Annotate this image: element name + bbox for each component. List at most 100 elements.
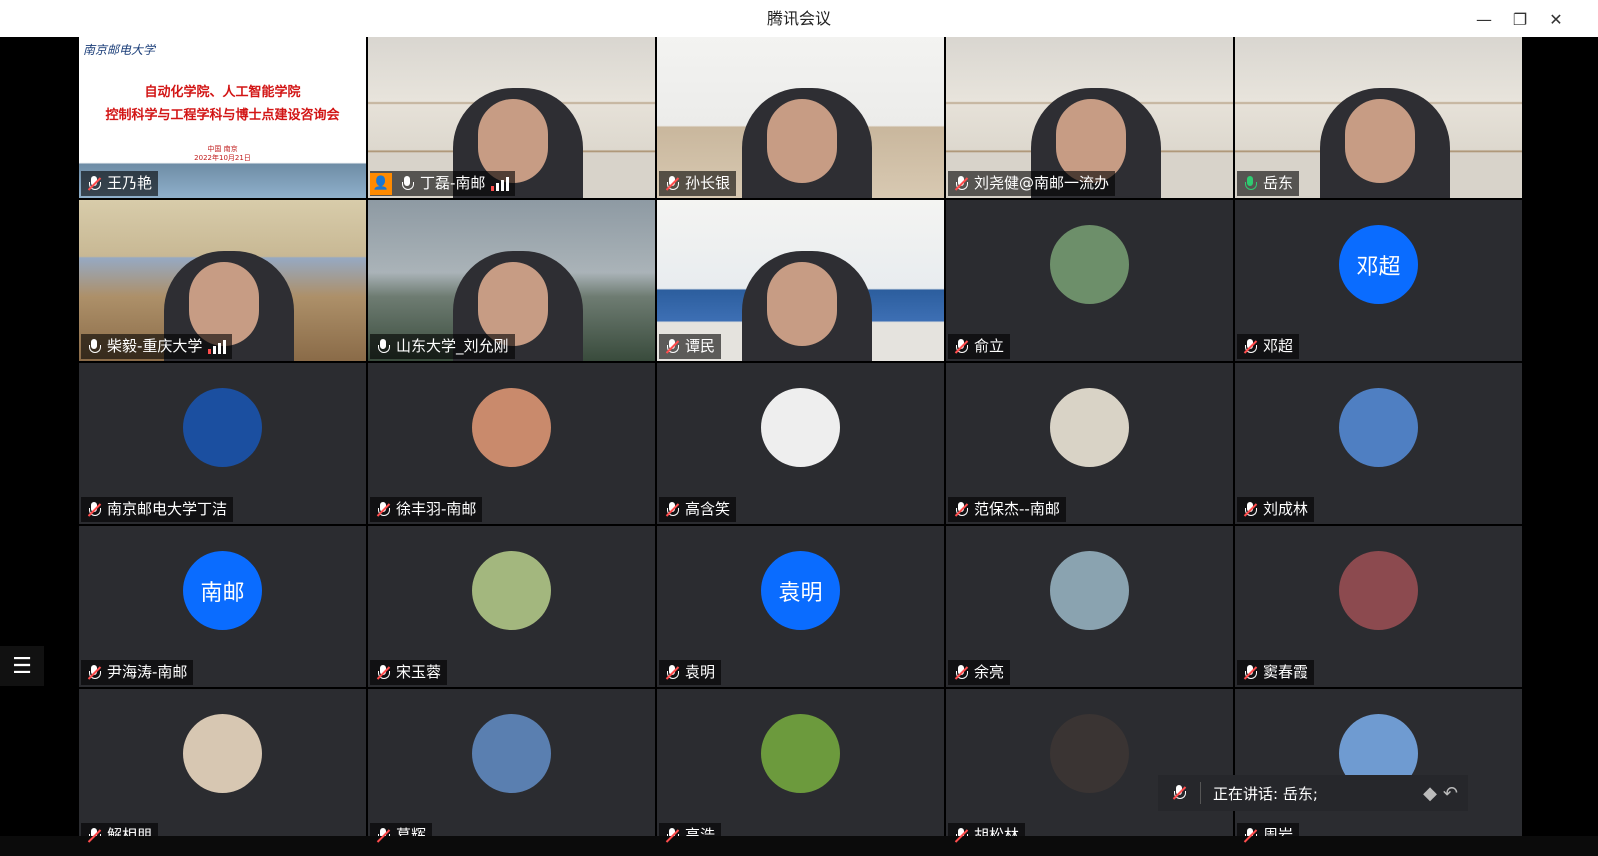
name-label: 邓超 — [1237, 334, 1300, 359]
window-title: 腾讯会议 — [766, 9, 831, 28]
mic-icon — [1241, 175, 1259, 193]
expand-icon[interactable]: ◆ — [1423, 783, 1437, 804]
mic-muted-icon — [374, 664, 392, 682]
participant-tile[interactable]: 👤 丁磊-南邮 — [368, 37, 655, 198]
mic-muted-icon — [1241, 501, 1259, 519]
participant-tile[interactable]: 邓超 邓超 — [1235, 200, 1522, 361]
participant-tile[interactable]: 山东大学_刘允刚 — [368, 200, 655, 361]
name-label: 岳东 — [1237, 171, 1300, 196]
mic-muted-icon — [374, 501, 392, 519]
slide-location: 中国 南京 2022年10月21日 — [79, 145, 366, 163]
participant-name: 刘成林 — [1263, 500, 1309, 518]
name-label: 范保杰--南邮 — [948, 497, 1066, 522]
participant-name: 余亮 — [974, 663, 1005, 681]
slide-title-line1: 自动化学院、人工智能学院 — [144, 85, 301, 100]
participant-tile[interactable]: 葛辉 — [368, 689, 655, 850]
participant-tile[interactable]: 余亮 — [946, 526, 1233, 687]
host-icon: 👤 — [370, 172, 392, 195]
participant-name: 孙长银 — [685, 174, 731, 192]
collapse-icon[interactable]: ↶ — [1443, 783, 1458, 804]
participant-tile[interactable]: 南京邮电大学丁洁 — [79, 363, 366, 524]
restore-icon[interactable]: ❐ — [1507, 6, 1533, 32]
participant-tile[interactable]: 岳东 — [1235, 37, 1522, 198]
name-label: 孙长银 — [659, 171, 737, 196]
name-label: 窦春霞 — [1237, 660, 1315, 685]
name-label: 俞立 — [948, 334, 1011, 359]
mic-muted-icon — [663, 664, 681, 682]
mic-muted-icon — [1241, 338, 1259, 356]
participant-tile[interactable]: 谭民 — [657, 200, 944, 361]
minimize-icon[interactable]: — — [1471, 6, 1497, 32]
participant-name: 王乃艳 — [107, 174, 153, 192]
avatar — [472, 388, 551, 467]
name-label: 刘成林 — [1237, 497, 1315, 522]
mic-muted-icon — [952, 664, 970, 682]
mic-icon — [85, 338, 103, 356]
slide-logo: 南京邮电大学 — [83, 43, 156, 57]
participant-tile[interactable]: 袁明 袁明 — [657, 526, 944, 687]
slide-title-line2: 控制科学与工程学科与博士点建设咨询会 — [105, 108, 340, 123]
person-face — [767, 99, 837, 183]
name-label: 谭民 — [659, 334, 722, 359]
name-label: 尹海涛-南邮 — [81, 660, 194, 685]
participant-tile[interactable]: 解相朋 — [79, 689, 366, 850]
mic-muted-icon — [952, 338, 970, 356]
avatar — [761, 388, 840, 467]
signal-icon — [208, 339, 227, 354]
mic-muted-icon — [952, 501, 970, 519]
participant-tile[interactable]: 孙长银 — [657, 37, 944, 198]
mic-icon — [398, 175, 416, 193]
participant-tile[interactable]: 窦春霞 — [1235, 526, 1522, 687]
avatar — [183, 714, 262, 793]
mic-muted-icon — [1241, 664, 1259, 682]
participant-tile[interactable]: 范保杰--南邮 — [946, 363, 1233, 524]
participant-tile[interactable]: 刘成林 — [1235, 363, 1522, 524]
participant-tile[interactable]: 胡松林 — [946, 689, 1233, 850]
name-label: 宋玉蓉 — [370, 660, 448, 685]
list-icon[interactable]: ☰ — [0, 646, 44, 686]
participant-tile[interactable]: 徐丰羽-南邮 — [368, 363, 655, 524]
participant-name: 谭民 — [685, 337, 716, 355]
mic-muted-icon — [663, 175, 681, 193]
close-icon[interactable]: ✕ — [1543, 6, 1569, 32]
avatar — [1339, 551, 1418, 630]
name-label: 👤 丁磊-南邮 — [370, 171, 516, 196]
participant-name: 俞立 — [974, 337, 1005, 355]
participant-tile[interactable]: 周岩 — [1235, 689, 1522, 850]
name-label: 袁明 — [659, 660, 722, 685]
participant-tile[interactable]: 高浩 — [657, 689, 944, 850]
mic-muted-icon — [663, 501, 681, 519]
speaker-bar: 正在讲话: 岳东; ◆ ↶ — [1158, 775, 1468, 811]
mic-icon — [374, 338, 392, 356]
participant-tile[interactable]: 南邮 尹海涛-南邮 — [79, 526, 366, 687]
speaker-text: 正在讲话: 岳东; — [1213, 784, 1318, 803]
bottom-strip — [0, 836, 1598, 856]
mic-muted-icon — [85, 175, 103, 193]
avatar: 袁明 — [761, 551, 840, 630]
participant-name: 刘尧健@南邮一流办 — [974, 174, 1110, 192]
participant-tile[interactable]: 柴毅-重庆大学 — [79, 200, 366, 361]
participant-tile[interactable]: 宋玉蓉 — [368, 526, 655, 687]
participant-tile[interactable]: 刘尧健@南邮一流办 — [946, 37, 1233, 198]
name-label: 山东大学_刘允刚 — [370, 334, 515, 359]
avatar — [1050, 225, 1129, 304]
avatar — [1050, 551, 1129, 630]
participant-name: 宋玉蓉 — [396, 663, 442, 681]
participant-name: 高含笑 — [685, 500, 731, 518]
participant-name: 袁明 — [685, 663, 716, 681]
avatar — [761, 714, 840, 793]
divider — [1200, 782, 1201, 804]
slide-date: 2022年10月21日 — [194, 154, 251, 162]
participant-grid: 南京邮电大学自动化学院、人工智能学院控制科学与工程学科与博士点建设咨询会中国 南… — [79, 37, 1527, 856]
avatar — [183, 388, 262, 467]
participant-tile[interactable]: 南京邮电大学自动化学院、人工智能学院控制科学与工程学科与博士点建设咨询会中国 南… — [79, 37, 366, 198]
name-label: 柴毅-重庆大学 — [81, 334, 233, 359]
avatar — [1339, 388, 1418, 467]
avatar: 邓超 — [1339, 225, 1418, 304]
name-label: 南京邮电大学丁洁 — [81, 497, 234, 522]
avatar — [472, 551, 551, 630]
name-label: 刘尧健@南邮一流办 — [948, 171, 1116, 196]
name-label: 余亮 — [948, 660, 1011, 685]
participant-tile[interactable]: 俞立 — [946, 200, 1233, 361]
participant-tile[interactable]: 高含笑 — [657, 363, 944, 524]
